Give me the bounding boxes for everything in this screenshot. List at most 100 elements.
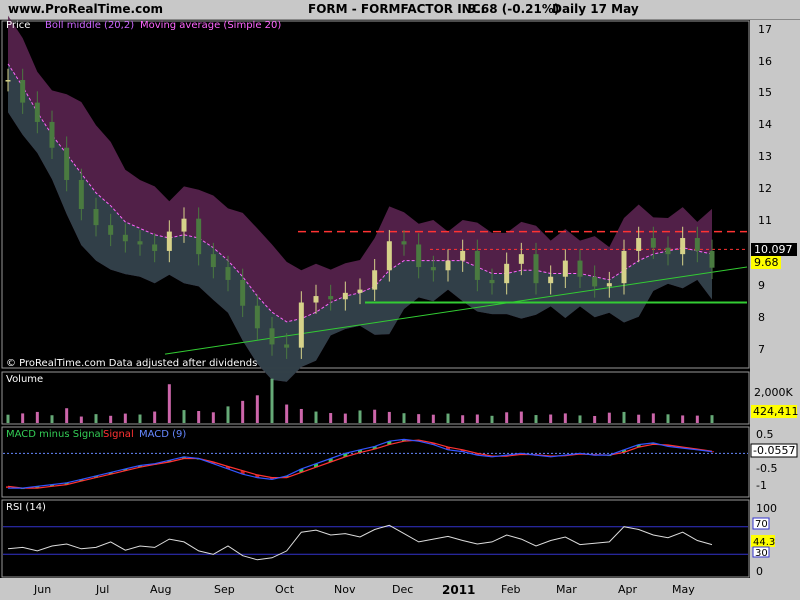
volume-badge: 424,411	[753, 405, 799, 418]
volume-bar	[226, 406, 230, 423]
rsi-panel	[1, 499, 750, 578]
volume-bar	[651, 413, 655, 423]
volume-bar	[578, 415, 582, 423]
volume-bar	[519, 411, 523, 423]
candle-body	[5, 80, 11, 82]
volume-bar	[255, 395, 259, 423]
volume-bar	[490, 415, 494, 423]
legend-price: Price	[6, 20, 30, 31]
candle-body	[430, 267, 436, 271]
candle-body	[416, 244, 422, 268]
volume-bar	[417, 414, 421, 423]
candle-body	[152, 244, 158, 251]
volume-bar	[211, 412, 215, 423]
candle-body	[665, 247, 671, 255]
stock-chart[interactable]: Price Boll middle (20,2) Moving average …	[0, 0, 800, 600]
volume-bar	[299, 408, 303, 423]
candle-body	[108, 225, 114, 235]
month-label: Oct	[275, 583, 295, 596]
macd-badge: -0.0557	[753, 444, 795, 457]
volume-bar	[270, 378, 274, 423]
volume-bar	[695, 415, 699, 423]
last-price-badge: 9.68	[754, 256, 779, 269]
month-label: Apr	[618, 583, 638, 596]
candle-body	[284, 344, 290, 348]
volume-bar	[329, 413, 333, 423]
volume-bar	[65, 408, 69, 423]
volume-bar	[21, 413, 25, 423]
candle-body	[401, 241, 407, 245]
candle-body	[460, 250, 466, 261]
candle-body	[518, 254, 524, 264]
candle-body	[621, 250, 627, 284]
month-label: May	[672, 583, 695, 596]
candle-body	[298, 302, 304, 348]
macd-label-b: Signal	[103, 429, 134, 440]
level-badge: 10.097	[754, 243, 793, 256]
price-tick: 8	[758, 311, 765, 324]
volume-bar	[666, 414, 670, 423]
price-tick: 13	[758, 150, 772, 163]
volume-bar	[461, 415, 465, 423]
candle-body	[680, 238, 686, 255]
volume-bar	[138, 414, 142, 423]
candle-body	[181, 218, 187, 232]
month-label: Aug	[150, 583, 171, 596]
volume-bar	[373, 409, 377, 423]
volume-bar	[534, 415, 538, 423]
volume-bar	[197, 411, 201, 423]
candle-body	[342, 292, 348, 300]
volume-bar	[109, 415, 113, 423]
volume-bar	[549, 414, 553, 423]
month-label: Feb	[501, 583, 520, 596]
volume-bar	[285, 404, 289, 423]
price-tick: 17	[758, 23, 772, 36]
year-label: 2011	[442, 583, 475, 597]
candle-body	[709, 250, 715, 268]
candle-body	[166, 231, 172, 251]
candle-body	[93, 209, 99, 226]
rsi-label: RSI (14)	[6, 502, 46, 513]
price-tick: 14	[758, 118, 772, 131]
month-label: Jul	[95, 583, 109, 596]
price-tick: 16	[758, 55, 772, 68]
candle-body	[225, 267, 231, 280]
volume-bar	[153, 411, 157, 423]
candle-body	[562, 260, 568, 277]
candle-body	[210, 254, 216, 268]
candle-body	[489, 279, 495, 284]
macd-tick: -0.5	[756, 462, 777, 475]
candle-body	[504, 263, 510, 284]
volume-label: Volume	[6, 374, 43, 385]
macd-label-c: MACD (9)	[139, 429, 186, 440]
volume-bar	[431, 414, 435, 423]
candle-body	[313, 296, 319, 303]
volume-bar	[637, 414, 641, 423]
volume-bar	[681, 415, 685, 423]
volume-bar	[182, 410, 186, 423]
candle-body	[592, 276, 598, 287]
candle-body	[636, 238, 642, 251]
candle-body	[269, 328, 275, 345]
volume-bar	[563, 413, 567, 423]
rsi-30-badge: 30	[755, 548, 768, 559]
candle-body	[328, 296, 334, 300]
rsi-tick: 100	[756, 502, 777, 515]
candle-body	[240, 279, 246, 306]
candle-body	[650, 238, 656, 248]
candle-body	[137, 241, 143, 245]
volume-bar	[475, 414, 479, 423]
candle-body	[78, 179, 84, 210]
candle-body	[606, 283, 612, 287]
volume-bar	[123, 413, 127, 423]
month-label: Mar	[556, 583, 577, 596]
macd-tick: -1	[756, 479, 767, 492]
candle-body	[357, 289, 363, 293]
volume-bar	[607, 412, 611, 423]
price-footer: © ProRealTime.com Data adjusted after di…	[6, 358, 257, 369]
volume-bar	[167, 384, 171, 423]
candle-body	[64, 147, 70, 180]
price-tick: 12	[758, 182, 772, 195]
candle-body	[34, 102, 40, 122]
candle-body	[548, 276, 554, 284]
